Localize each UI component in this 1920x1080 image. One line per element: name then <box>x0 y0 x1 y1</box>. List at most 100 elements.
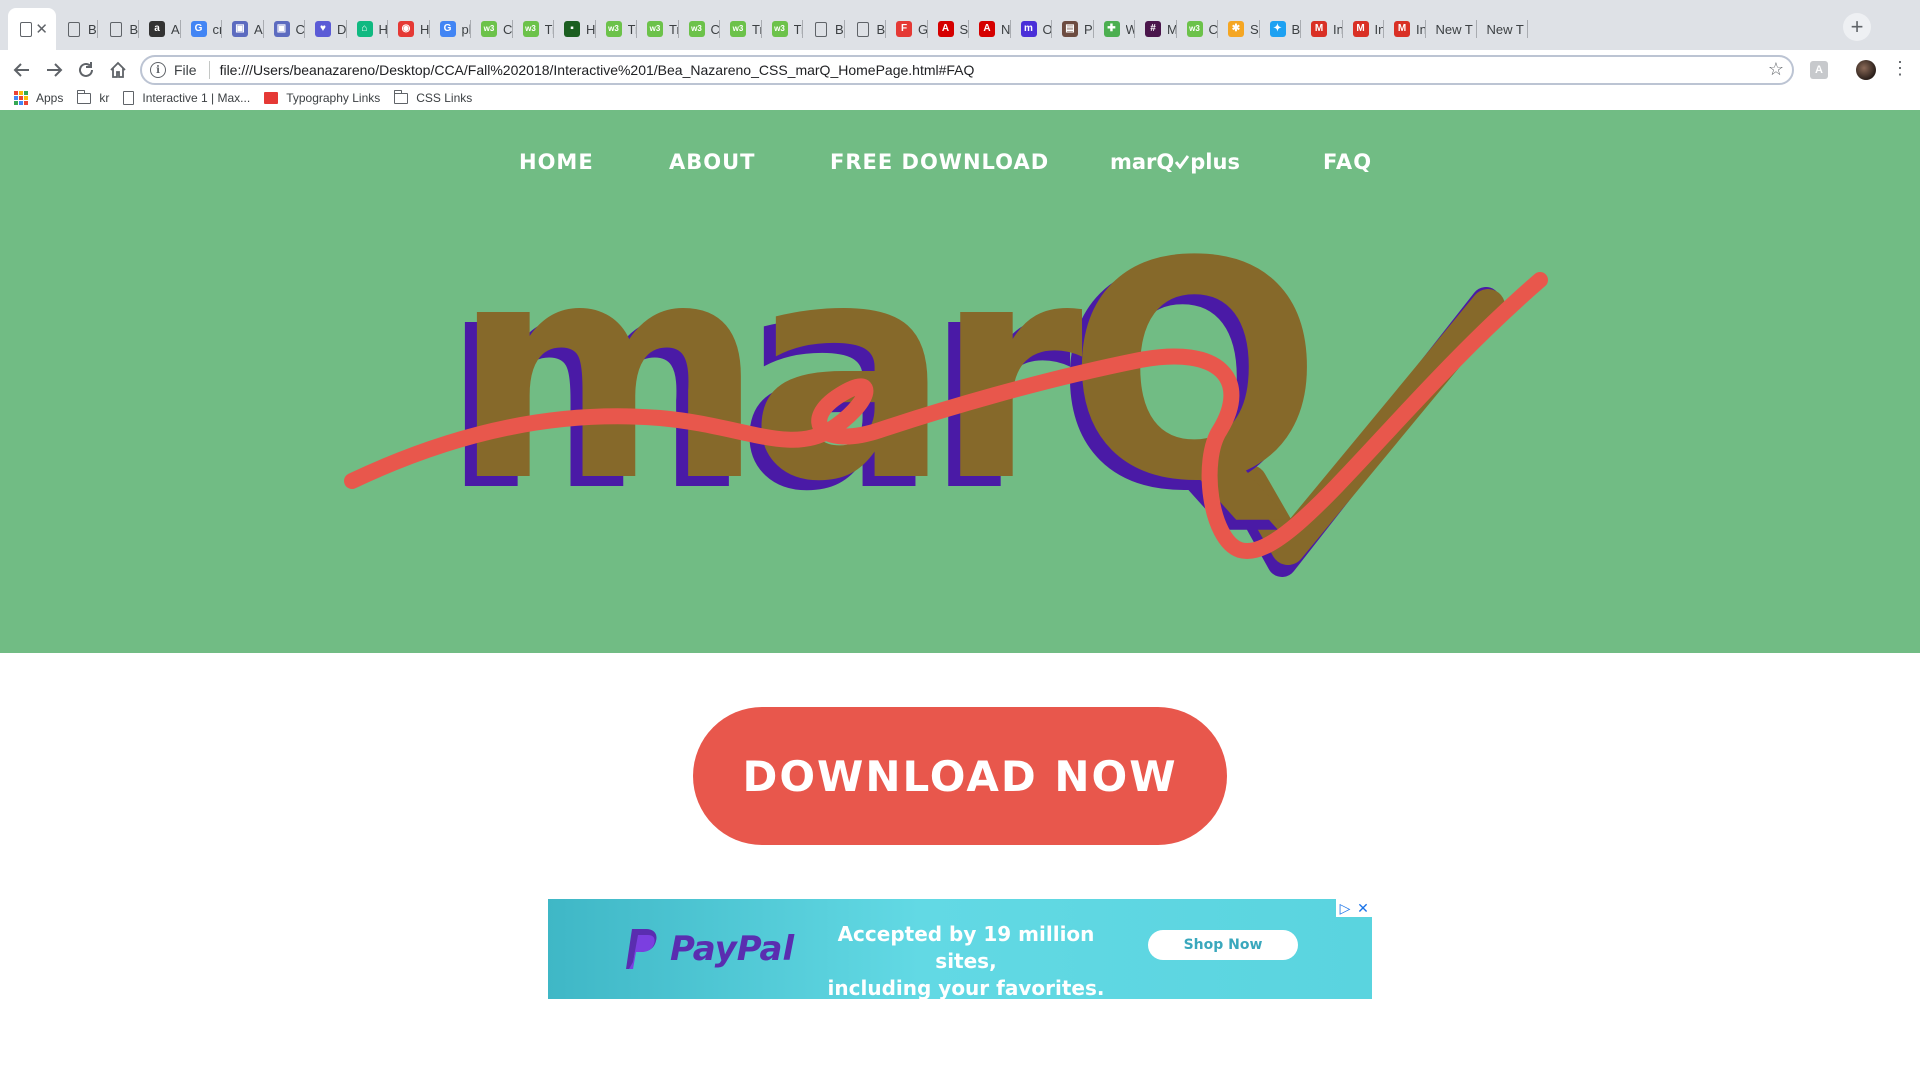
bookmark-apps[interactable]: Apps <box>14 90 63 106</box>
browser-tab[interactable]: ASc <box>928 8 969 50</box>
tab-separator <box>345 20 347 38</box>
ad-line-2: including your favorites. <box>827 976 1105 999</box>
browser-tab[interactable]: w3Tr <box>762 8 803 50</box>
w3-icon: w3 <box>605 21 622 37</box>
browser-tab[interactable]: # M <box>1135 8 1177 50</box>
new-tab-button[interactable]: + <box>1843 13 1871 41</box>
browser-tab[interactable]: ✱Si <box>1218 8 1260 50</box>
browser-tab[interactable]: ◉He <box>388 8 430 50</box>
home-icon <box>110 61 126 78</box>
tab-separator <box>1009 20 1011 38</box>
tab-separator <box>594 20 596 38</box>
bookmark-typography[interactable]: Typography Links <box>264 90 380 106</box>
browser-tab[interactable]: ANe <box>969 8 1011 50</box>
tab-separator <box>1051 20 1052 38</box>
bookmark-kr[interactable]: kr <box>77 89 109 106</box>
tab-separator <box>968 20 969 38</box>
tab-separator <box>760 20 762 38</box>
tab-separator <box>179 20 181 38</box>
browser-tab[interactable]: FGi <box>886 8 928 50</box>
film-icon: ▤ <box>1062 21 1078 37</box>
bookmark-label: Interactive 1 | Max... <box>142 91 251 105</box>
w3-icon: w3 <box>688 21 705 37</box>
home-button[interactable] <box>106 58 130 82</box>
browser-tab[interactable]: ♥Di <box>305 8 347 50</box>
browser-tab[interactable]: w3Ci <box>679 8 720 50</box>
info-icon[interactable]: i <box>150 62 166 78</box>
browser-tab[interactable]: w3Tr <box>720 8 762 50</box>
browser-tab[interactable]: w3Tr <box>596 8 637 50</box>
browser-tab[interactable]: New T <box>1426 8 1477 50</box>
paypal-icon <box>626 929 657 969</box>
browser-tab[interactable]: w3Ci <box>1177 8 1218 50</box>
twitter-icon: ✦ <box>1269 21 1286 37</box>
home-icon: ⌂ <box>356 21 373 37</box>
browser-tab[interactable]: ▤Pi <box>1052 8 1094 50</box>
browser-tab[interactable]: ▪Hi <box>554 8 596 50</box>
tab-separator <box>553 20 554 38</box>
bookmark-css[interactable]: CSS Links <box>394 89 472 106</box>
star-icon: ✱ <box>1228 21 1244 37</box>
back-button[interactable] <box>10 58 34 82</box>
browser-tab[interactable]: Gpl <box>430 8 471 50</box>
browser-tab[interactable]: ✦Bi <box>1260 8 1301 50</box>
ad-choices[interactable]: ▷ ✕ <box>1336 899 1372 917</box>
browser-tab[interactable]: w3Tr <box>513 8 554 50</box>
forward-button[interactable] <box>42 58 66 82</box>
reload-button[interactable] <box>74 58 98 82</box>
bookmark-interactive[interactable]: Interactive 1 | Max... <box>123 90 250 106</box>
browser-tab[interactable]: M In <box>1343 8 1384 50</box>
omnibox-divider <box>208 61 210 79</box>
paypal-ad-banner[interactable]: ▷ ✕ PayPal Accepted by 19 million sites,… <box>548 899 1372 999</box>
close-icon[interactable]: ✕ <box>35 20 48 38</box>
doc-icon <box>123 91 135 105</box>
shop-now-button[interactable]: Shop Now <box>1148 930 1298 960</box>
browser-tab[interactable]: M In <box>1301 8 1343 50</box>
shield-icon: ◉ <box>398 21 414 37</box>
tab-separator <box>1092 20 1094 38</box>
hash-icon: # <box>1145 21 1161 37</box>
browser-tab[interactable]: Be <box>56 8 98 50</box>
w3-icon: w3 <box>522 21 539 37</box>
menu-kebab-icon[interactable]: ⋮ <box>1891 58 1909 79</box>
red-circle-icon: F <box>896 21 912 37</box>
browser-toolbar: i File file:///Users/beanazareno/Desktop… <box>0 50 1920 90</box>
browser-tab[interactable]: w3Tr <box>637 8 679 50</box>
arrow-left-icon <box>13 63 29 77</box>
browser-tab[interactable]: Gcr <box>181 8 222 50</box>
browser-tab[interactable]: w3Ci <box>471 8 513 50</box>
browser-tab[interactable]: New T <box>1477 8 1528 50</box>
browser-tab[interactable]: Be <box>803 8 845 50</box>
bookmark-star-icon[interactable]: ☆ <box>1768 59 1784 80</box>
tab-separator <box>802 20 803 38</box>
w3-icon: w3 <box>730 21 746 37</box>
ad-info-icon[interactable]: ▷ <box>1336 899 1354 917</box>
doc-icon <box>20 21 32 37</box>
url-text[interactable]: file:///Users/beanazareno/Desktop/CCA/Fa… <box>220 62 975 78</box>
browser-tab[interactable]: mOi <box>1011 8 1052 50</box>
ad-close-icon[interactable]: ✕ <box>1354 899 1372 917</box>
scheme-label: File <box>174 62 197 78</box>
browser-tab[interactable]: Be <box>98 8 139 50</box>
google-icon: G <box>190 21 207 37</box>
browser-tab[interactable]: aAr <box>139 8 181 50</box>
profile-avatar[interactable] <box>1856 60 1876 80</box>
address-bar[interactable]: i File file:///Users/beanazareno/Desktop… <box>140 55 1794 85</box>
browser-tab[interactable]: M In <box>1384 8 1426 50</box>
extension-icon[interactable]: A <box>1810 61 1828 79</box>
browser-tab[interactable]: ▣Ci <box>264 8 305 50</box>
browser-tab[interactable]: ▣Ar <box>222 8 264 50</box>
download-now-button[interactable]: DOWNLOAD NOW <box>693 707 1227 845</box>
w3-icon: w3 <box>1186 21 1203 37</box>
red-bookmark-icon <box>264 92 279 104</box>
gmail-icon: M <box>1394 21 1410 37</box>
browser-tab[interactable]: ⌂He <box>347 8 388 50</box>
logo-text: marQ <box>452 198 1311 547</box>
tab-separator <box>470 20 471 38</box>
tab-separator <box>1134 20 1135 38</box>
tab-separator <box>1217 20 1218 38</box>
browser-tab[interactable]: ✚ W <box>1094 8 1135 50</box>
browser-tab[interactable]: Be✕ <box>8 8 56 50</box>
browser-tab[interactable]: Be <box>845 8 886 50</box>
folder-icon <box>394 89 409 104</box>
